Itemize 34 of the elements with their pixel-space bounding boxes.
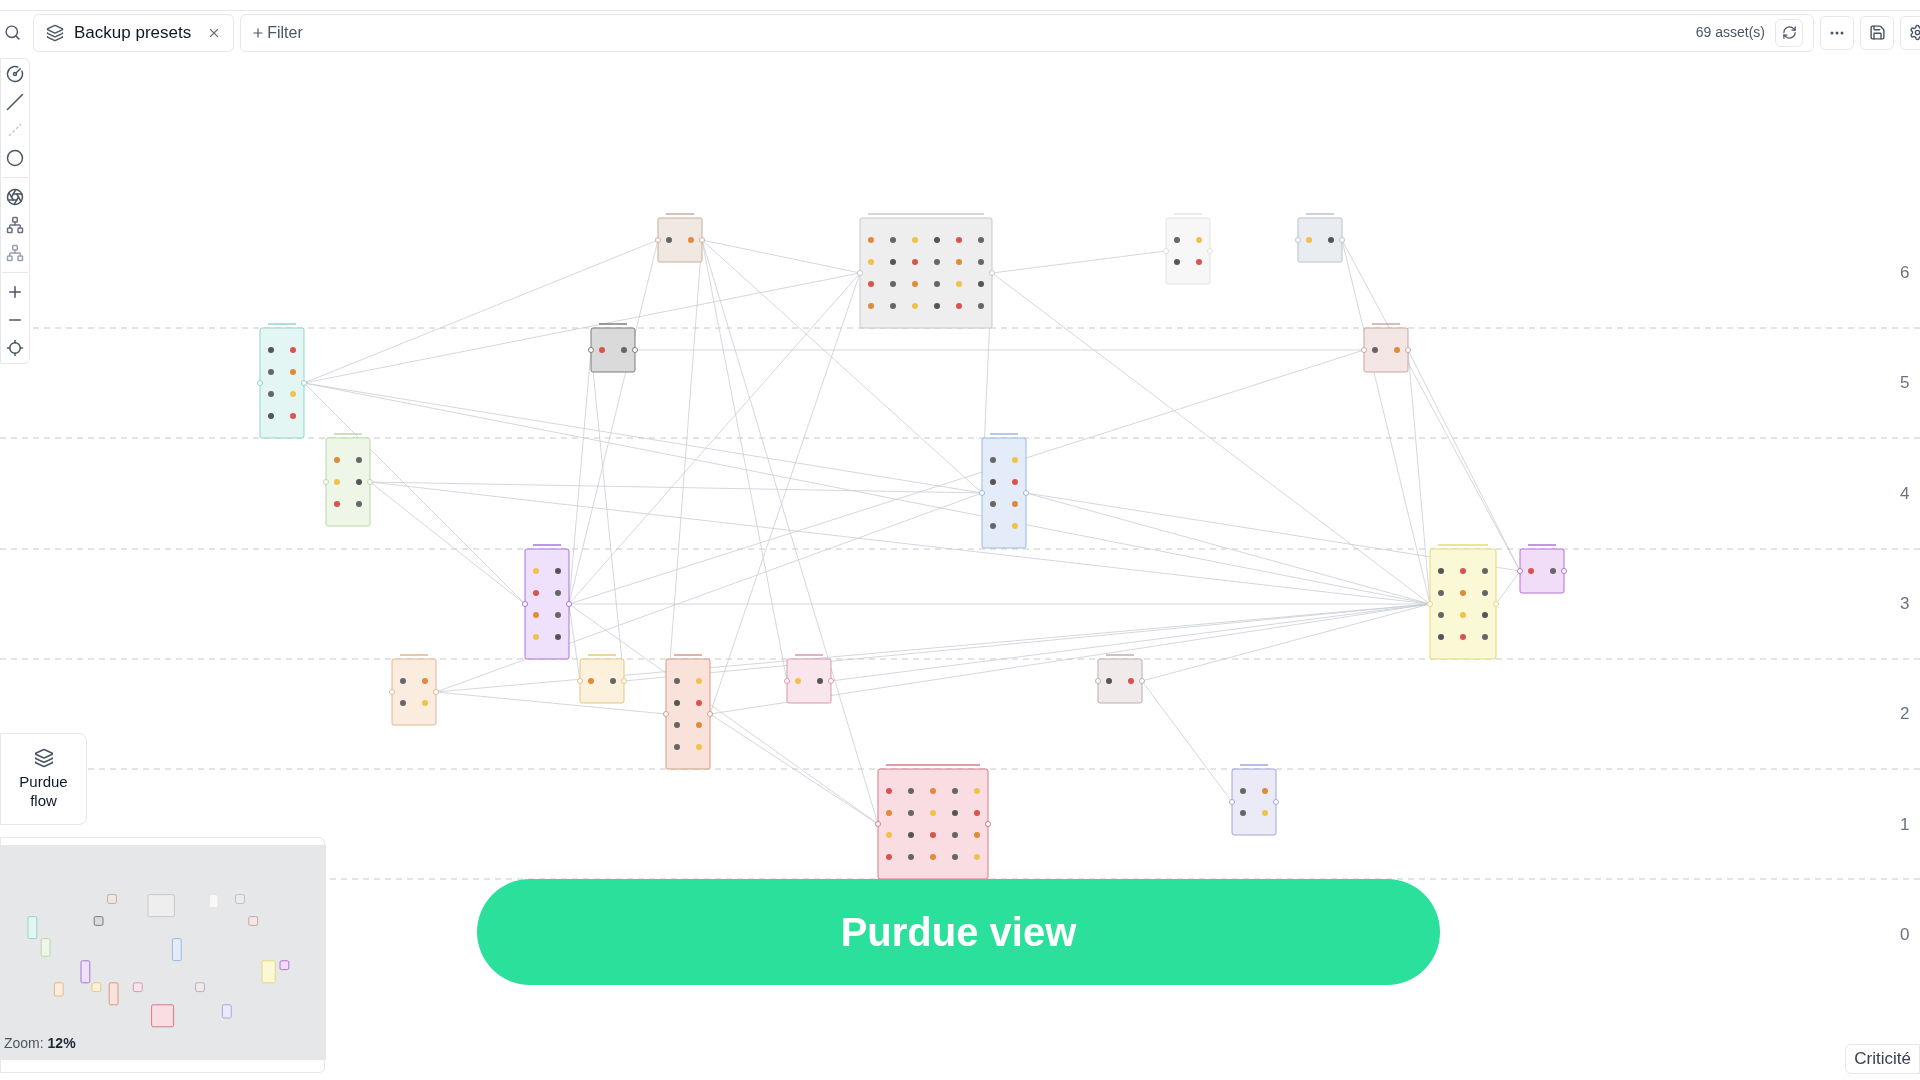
refresh-icon	[1781, 25, 1797, 40]
aperture-icon[interactable]	[6, 188, 24, 206]
level-label: 3	[1900, 592, 1910, 615]
crosshair-icon[interactable]	[6, 339, 24, 357]
save-button[interactable]	[1860, 15, 1894, 50]
network-icon[interactable]	[6, 216, 24, 234]
plus-icon	[251, 25, 266, 40]
level-label: 4	[1900, 482, 1910, 505]
filter-bar[interactable]: Filter 69 asset(s)	[240, 13, 1814, 52]
gauge-icon[interactable]	[6, 65, 24, 83]
preset-tab[interactable]: Backup presets	[33, 13, 235, 52]
zoom-level: Zoom: 12%	[4, 1034, 76, 1053]
save-icon	[1868, 24, 1886, 41]
layers-icon	[46, 23, 64, 42]
layers-icon	[33, 748, 54, 768]
settings-icon	[1908, 24, 1920, 41]
tab-label: Backup presets	[74, 21, 192, 44]
filter-label: Filter	[267, 22, 303, 43]
level-label: 2	[1900, 703, 1910, 726]
asset-count: 69 asset(s)	[1695, 23, 1765, 42]
line-icon[interactable]	[6, 93, 24, 111]
banner-title: Purdue view	[840, 909, 1077, 956]
network-icon[interactable]	[6, 244, 24, 262]
purdue-flow-button[interactable]: Purdue flow	[0, 733, 87, 825]
level-label: 0	[1900, 923, 1910, 946]
circle-icon[interactable]	[6, 149, 24, 167]
search-icon[interactable]	[4, 24, 21, 41]
level-label: 6	[1900, 262, 1910, 284]
criticality-button[interactable]: Criticité	[1845, 1044, 1920, 1074]
level-label: 5	[1900, 372, 1910, 395]
zoom-in-icon[interactable]	[6, 283, 24, 301]
refresh-button[interactable]	[1775, 18, 1803, 47]
more-icon	[1830, 30, 1844, 35]
level-label: 1	[1900, 813, 1910, 836]
